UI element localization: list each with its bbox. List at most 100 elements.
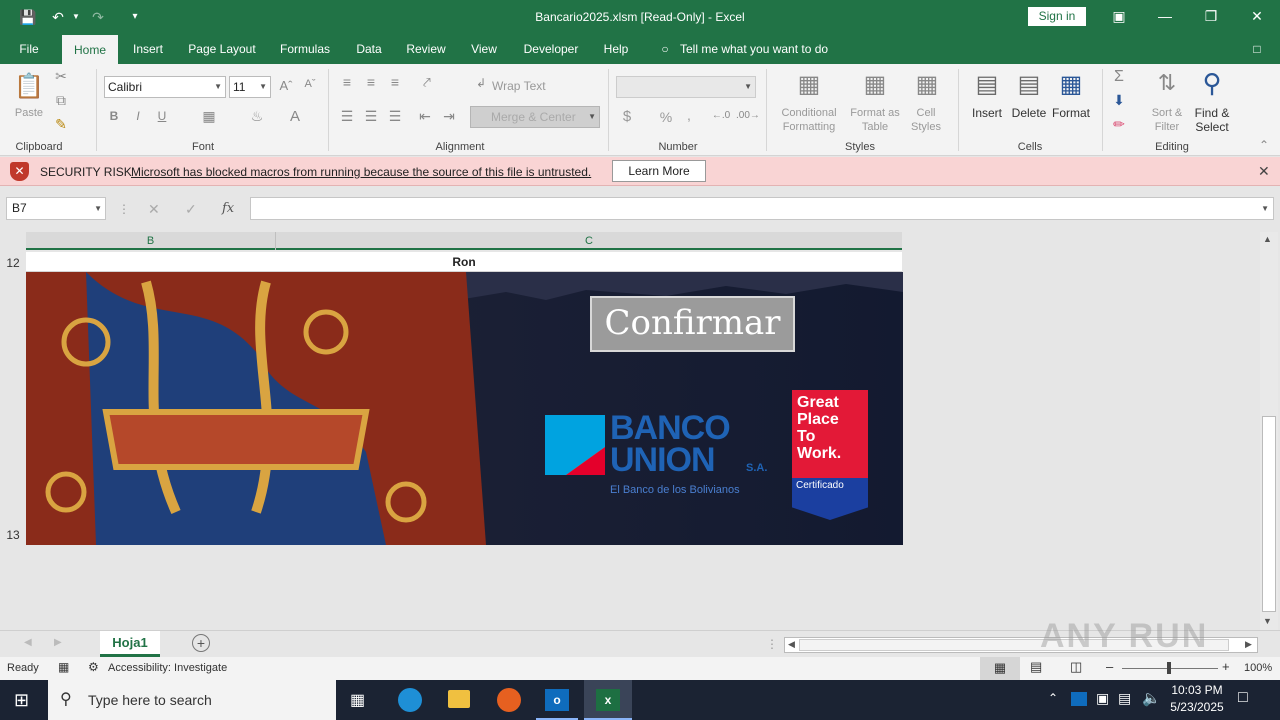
wrap-text-button[interactable]: Wrap Text	[492, 79, 552, 93]
clock[interactable]: 10:03 PM 5/23/2025	[1162, 683, 1232, 714]
fill-icon[interactable]: ⬇	[1110, 92, 1128, 109]
decrease-indent-icon[interactable]: ⇤	[416, 108, 434, 125]
close-button[interactable]: ✕	[1234, 0, 1280, 34]
align-center-icon[interactable]: ☰	[362, 108, 380, 125]
tab-insert[interactable]: Insert	[126, 34, 170, 64]
vertical-scrollbar[interactable]: ▲ ▼	[1260, 232, 1278, 630]
column-header-c[interactable]: C	[276, 232, 902, 250]
paste-button[interactable]: Paste	[10, 106, 48, 120]
taskbar-search[interactable]: ⚲ Type here to search	[48, 680, 336, 720]
edge-icon[interactable]	[398, 688, 422, 712]
firefox-icon[interactable]	[497, 688, 521, 712]
font-size-select[interactable]: 11 ▼	[229, 76, 271, 98]
comma-button[interactable]: ,	[684, 108, 694, 122]
file-explorer-icon[interactable]	[448, 690, 470, 708]
increase-font-icon[interactable]: Aˆ	[278, 78, 294, 93]
font-name-select[interactable]: Calibri ▼	[104, 76, 226, 98]
cut-icon[interactable]: ✂	[52, 68, 70, 85]
tab-home[interactable]: Home	[62, 35, 118, 64]
security-message[interactable]: Microsoft has blocked macros from runnin…	[131, 165, 591, 179]
enter-icon[interactable]: ✓	[185, 201, 197, 218]
percent-button[interactable]: %	[658, 110, 674, 124]
format-painter-icon[interactable]: ✎	[52, 116, 70, 133]
tab-file[interactable]: File	[10, 34, 48, 64]
paste-icon[interactable]: 📋	[14, 72, 44, 100]
increase-indent-icon[interactable]: ⇥	[440, 108, 458, 125]
clear-icon[interactable]: ✏	[1110, 116, 1128, 133]
page-break-view-icon[interactable]: ◫	[1070, 659, 1082, 675]
currency-button[interactable]: $	[620, 109, 634, 124]
page-layout-view-icon[interactable]: ▤	[1030, 659, 1042, 675]
insert-cells-button[interactable]: Insert	[966, 106, 1008, 120]
font-color-icon[interactable]: A	[286, 108, 304, 125]
cell-styles-icon[interactable]: ▦	[912, 70, 942, 100]
cell-c12[interactable]: Ron	[26, 255, 902, 269]
scroll-up-icon[interactable]: ▲	[1263, 234, 1272, 244]
format-as-table-button[interactable]: Format as Table	[846, 106, 904, 134]
excel-taskbar-item[interactable]: x	[584, 680, 632, 720]
tab-review[interactable]: Review	[400, 34, 452, 64]
tab-formulas[interactable]: Formulas	[274, 34, 336, 64]
tray-outlook-icon[interactable]	[1071, 692, 1087, 706]
scroll-right-icon[interactable]: ▶	[1245, 639, 1252, 650]
underline-icon[interactable]: U	[154, 109, 170, 123]
decrease-decimal-icon[interactable]: .00→	[736, 110, 760, 121]
ribbon-display-icon[interactable]: ▣	[1096, 0, 1142, 34]
maximize-button[interactable]: ❐	[1188, 0, 1234, 34]
tell-me-search[interactable]: Tell me what you want to do	[680, 34, 840, 64]
sort-filter-icon[interactable]: ⇅	[1152, 70, 1182, 100]
find-select-icon[interactable]: ⚲	[1196, 68, 1228, 100]
sort-filter-button[interactable]: Sort & Filter	[1146, 106, 1188, 134]
normal-view-icon[interactable]: ▦	[980, 657, 1020, 680]
conditional-formatting-icon[interactable]: ▦	[794, 70, 824, 100]
conditional-formatting-button[interactable]: Conditional Formatting	[772, 106, 846, 134]
find-select-button[interactable]: Find & Select	[1190, 106, 1234, 134]
scroll-left-icon[interactable]: ◀	[788, 639, 795, 650]
align-right-icon[interactable]: ☰	[386, 108, 404, 125]
italic-icon[interactable]: I	[130, 109, 146, 123]
comments-icon[interactable]: □	[1246, 34, 1268, 64]
sheet-tab-hoja1[interactable]: Hoja1	[100, 631, 160, 657]
tray-device-icon[interactable]: ▣	[1096, 690, 1109, 707]
task-view-icon[interactable]: ▦	[350, 690, 365, 710]
delete-cells-button[interactable]: Delete	[1008, 106, 1050, 120]
zoom-out-icon[interactable]: –	[1106, 659, 1113, 674]
notification-icon[interactable]: □	[1238, 689, 1248, 707]
zoom-slider-thumb[interactable]	[1167, 662, 1171, 674]
cell-styles-button[interactable]: Cell Styles	[904, 106, 948, 134]
insert-function-button[interactable]: fx	[222, 201, 234, 216]
tab-data[interactable]: Data	[348, 34, 390, 64]
collapse-ribbon-icon[interactable]: ⌃	[1256, 138, 1272, 152]
zoom-in-icon[interactable]: +	[1222, 659, 1230, 674]
autosum-icon[interactable]: Σ	[1110, 68, 1128, 86]
row-header-13[interactable]: 13	[0, 528, 26, 542]
sign-in-button[interactable]: Sign in	[1028, 7, 1086, 26]
cancel-icon[interactable]: ✕	[148, 201, 160, 218]
align-middle-icon[interactable]: ≡	[362, 74, 380, 90]
column-header-b[interactable]: B	[26, 232, 276, 250]
learn-more-button[interactable]: Learn More	[612, 160, 706, 182]
borders-icon[interactable]: ▦	[200, 108, 218, 125]
tab-view[interactable]: View	[464, 34, 504, 64]
macro-record-icon[interactable]: ▦	[58, 660, 69, 674]
minimize-button[interactable]: —	[1142, 0, 1188, 34]
accessibility-status[interactable]: Accessibility: Investigate	[108, 662, 227, 674]
decrease-font-icon[interactable]: Aˇ	[302, 78, 318, 90]
align-left-icon[interactable]: ☰	[338, 108, 356, 125]
row-header-12[interactable]: 12	[0, 256, 26, 270]
confirmar-button[interactable]: Confirmar	[590, 296, 795, 352]
tab-page-layout[interactable]: Page Layout	[182, 34, 262, 64]
show-hidden-icons[interactable]: ⌃	[1048, 691, 1058, 705]
format-cells-icon[interactable]: ▦	[1056, 70, 1086, 100]
close-icon[interactable]: ✕	[1258, 163, 1272, 180]
add-sheet-icon[interactable]: +	[192, 634, 210, 652]
format-as-table-icon[interactable]: ▦	[860, 70, 890, 100]
align-top-icon[interactable]: ≡	[338, 74, 356, 90]
bold-icon[interactable]: B	[106, 109, 122, 123]
next-sheet-icon[interactable]: ▶	[54, 637, 62, 648]
scroll-thumb[interactable]	[1262, 416, 1276, 612]
windows-start-icon[interactable]: ⊞	[14, 690, 29, 711]
increase-decimal-icon[interactable]: ←.0	[710, 110, 732, 121]
wrap-text-icon[interactable]: ↲	[474, 76, 488, 90]
zoom-level[interactable]: 100%	[1244, 662, 1272, 674]
